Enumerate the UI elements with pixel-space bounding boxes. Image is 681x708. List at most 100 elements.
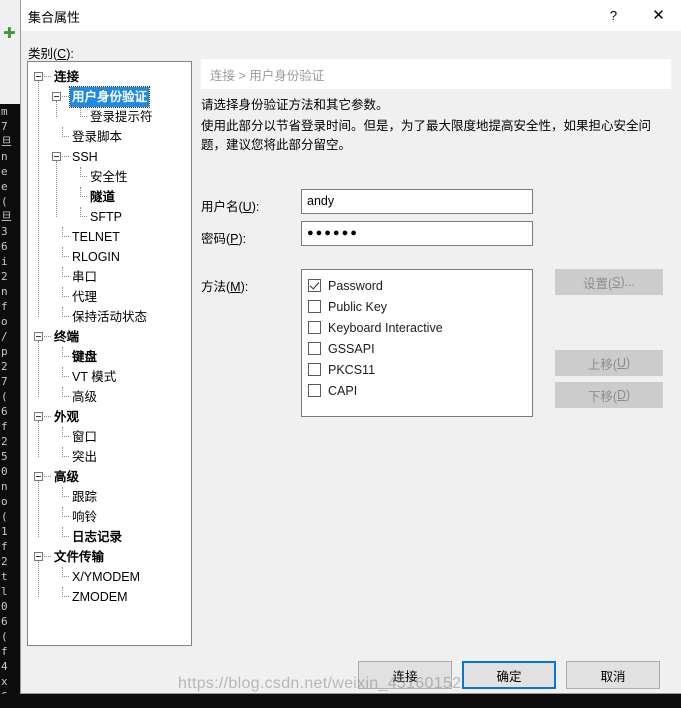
- move-up-button[interactable]: 上移(U): [555, 350, 663, 376]
- tree-item-窗口[interactable]: 窗口: [28, 427, 191, 447]
- tree-item-保持活动状态[interactable]: 保持活动状态: [28, 307, 191, 327]
- tree-connector-dash: [62, 236, 69, 238]
- username-label: 用户名(U):: [201, 200, 260, 214]
- cancel-button[interactable]: 取消: [566, 661, 660, 689]
- tree-connector-dash: [80, 116, 87, 118]
- tree-connector-dash: [44, 416, 51, 418]
- tree-item-终端[interactable]: 终端: [28, 327, 191, 347]
- tree-item-文件传输[interactable]: 文件传输: [28, 547, 191, 567]
- connect-button[interactable]: 连接: [358, 661, 452, 689]
- collapse-icon[interactable]: [34, 72, 43, 81]
- tree-item-label: ZMODEM: [72, 590, 128, 604]
- tree-item-label: 用户身份验证: [68, 86, 151, 108]
- tree-item-TELNET[interactable]: TELNET: [28, 227, 191, 247]
- tree-item-label: 代理: [72, 290, 98, 304]
- username-input[interactable]: andy: [301, 189, 533, 214]
- tree-item-跟踪[interactable]: 跟踪: [28, 487, 191, 507]
- tree-item-label: X/YMODEM: [72, 570, 141, 584]
- tree-trunk-line: [38, 81, 40, 317]
- tree-item-隧道[interactable]: 隧道: [28, 187, 191, 207]
- checkbox-icon[interactable]: [308, 321, 321, 334]
- collapse-icon[interactable]: [34, 332, 43, 341]
- category-tree-items: 连接 用户身份验证登录提示符登录脚本 SSH 安全性隧道 SFTP TELNET RLOGI…: [28, 62, 191, 607]
- method-label: PKCS11: [328, 362, 376, 377]
- tree-connector-dash: [62, 296, 69, 298]
- method-row[interactable]: Keyboard Interactive: [308, 317, 532, 338]
- title-bar: 集合属性 ? ✕: [21, 0, 681, 32]
- tree-item-label: 隧道: [90, 190, 116, 204]
- collapse-icon[interactable]: [34, 552, 43, 561]
- plus-icon: ✚: [3, 25, 16, 42]
- tree-item-label: 高级: [54, 470, 80, 484]
- tree-connector-dash: [62, 536, 69, 538]
- tree-connector-dash: [62, 136, 69, 138]
- tree-item-用户身份验证[interactable]: 用户身份验证: [28, 86, 191, 108]
- method-label: Password: [328, 278, 383, 293]
- tree-item-label: 高级: [72, 390, 98, 404]
- tree-item-VT 模式[interactable]: VT 模式: [28, 367, 191, 387]
- breadcrumb: 连接 > 用户身份验证: [201, 59, 671, 89]
- collapse-icon[interactable]: [52, 92, 61, 101]
- tree-item-登录脚本[interactable]: 登录脚本: [28, 127, 191, 147]
- method-label: Keyboard Interactive: [328, 320, 443, 335]
- checkbox-checked-icon[interactable]: [308, 279, 321, 292]
- background-status-bar: [0, 694, 681, 708]
- category-label-accesskey: C: [57, 47, 67, 61]
- tree-connector-dash: [62, 576, 69, 578]
- ok-button[interactable]: 确定: [462, 661, 556, 689]
- tree-item-连接[interactable]: 连接: [28, 67, 191, 87]
- method-row[interactable]: PKCS11: [308, 359, 532, 380]
- method-label: CAPI: [328, 383, 358, 398]
- tree-connector-dash: [62, 316, 69, 318]
- tree-item-安全性[interactable]: 安全性: [28, 167, 191, 187]
- tree-connector-dash: [44, 76, 51, 78]
- method-row[interactable]: Password: [308, 275, 532, 296]
- collapse-icon[interactable]: [52, 152, 61, 161]
- close-icon[interactable]: ✕: [636, 0, 681, 30]
- checkbox-icon[interactable]: [308, 300, 321, 313]
- tree-item-高级[interactable]: 高级: [28, 387, 191, 407]
- category-tree[interactable]: 连接 用户身份验证登录提示符登录脚本 SSH 安全性隧道 SFTP TELNET RLOGI…: [27, 61, 192, 646]
- move-down-button[interactable]: 下移(D): [555, 382, 663, 408]
- tree-connector-dash: [62, 96, 69, 98]
- method-row[interactable]: CAPI: [308, 380, 532, 401]
- tree-item-label: 外观: [54, 410, 80, 424]
- tree-item-高级[interactable]: 高级: [28, 467, 191, 487]
- tree-item-登录提示符[interactable]: 登录提示符: [28, 107, 191, 127]
- tree-item-ZMODEM[interactable]: ZMODEM: [28, 587, 191, 607]
- tree-item-突出[interactable]: 突出: [28, 447, 191, 467]
- tree-item-代理[interactable]: 代理: [28, 287, 191, 307]
- method-row[interactable]: Public Key: [308, 296, 532, 317]
- tree-connector-dash: [80, 216, 87, 218]
- category-label: 类别(C):: [28, 43, 74, 62]
- tree-item-外观[interactable]: 外观: [28, 407, 191, 427]
- tree-item-label: RLOGIN: [72, 250, 120, 264]
- tree-item-X/YMODEM[interactable]: X/YMODEM: [28, 567, 191, 587]
- settings-button[interactable]: 设置(S)...: [555, 269, 663, 295]
- collapse-icon[interactable]: [34, 412, 43, 421]
- window-title: 集合属性: [28, 10, 81, 25]
- tree-item-日志记录[interactable]: 日志记录: [28, 527, 191, 547]
- tree-trunk-line: [38, 481, 40, 537]
- method-label: GSSAPI: [328, 341, 375, 356]
- method-row[interactable]: GSSAPI: [308, 338, 532, 359]
- tree-item-label: 登录提示符: [90, 110, 153, 124]
- methods-listbox[interactable]: Password Public Key Keyboard Interactive GS…: [301, 269, 533, 417]
- tree-item-SSH[interactable]: SSH: [28, 147, 191, 167]
- help-icon[interactable]: ?: [591, 0, 636, 30]
- checkbox-icon[interactable]: [308, 363, 321, 376]
- password-input[interactable]: ●●●●●●: [301, 221, 533, 246]
- tree-item-键盘[interactable]: 键盘: [28, 347, 191, 367]
- tree-item-label: 日志记录: [72, 530, 123, 544]
- tree-item-响铃[interactable]: 响铃: [28, 507, 191, 527]
- tree-item-串口[interactable]: 串口: [28, 267, 191, 287]
- tree-connector-dash: [62, 456, 69, 458]
- checkbox-icon[interactable]: [308, 342, 321, 355]
- tree-item-RLOGIN[interactable]: RLOGIN: [28, 247, 191, 267]
- tree-connector-dash: [62, 436, 69, 438]
- tree-connector-dash: [80, 196, 87, 198]
- tree-item-SFTP[interactable]: SFTP: [28, 207, 191, 227]
- checkbox-icon[interactable]: [308, 384, 321, 397]
- collapse-icon[interactable]: [34, 472, 43, 481]
- tree-branch-line: [56, 101, 58, 117]
